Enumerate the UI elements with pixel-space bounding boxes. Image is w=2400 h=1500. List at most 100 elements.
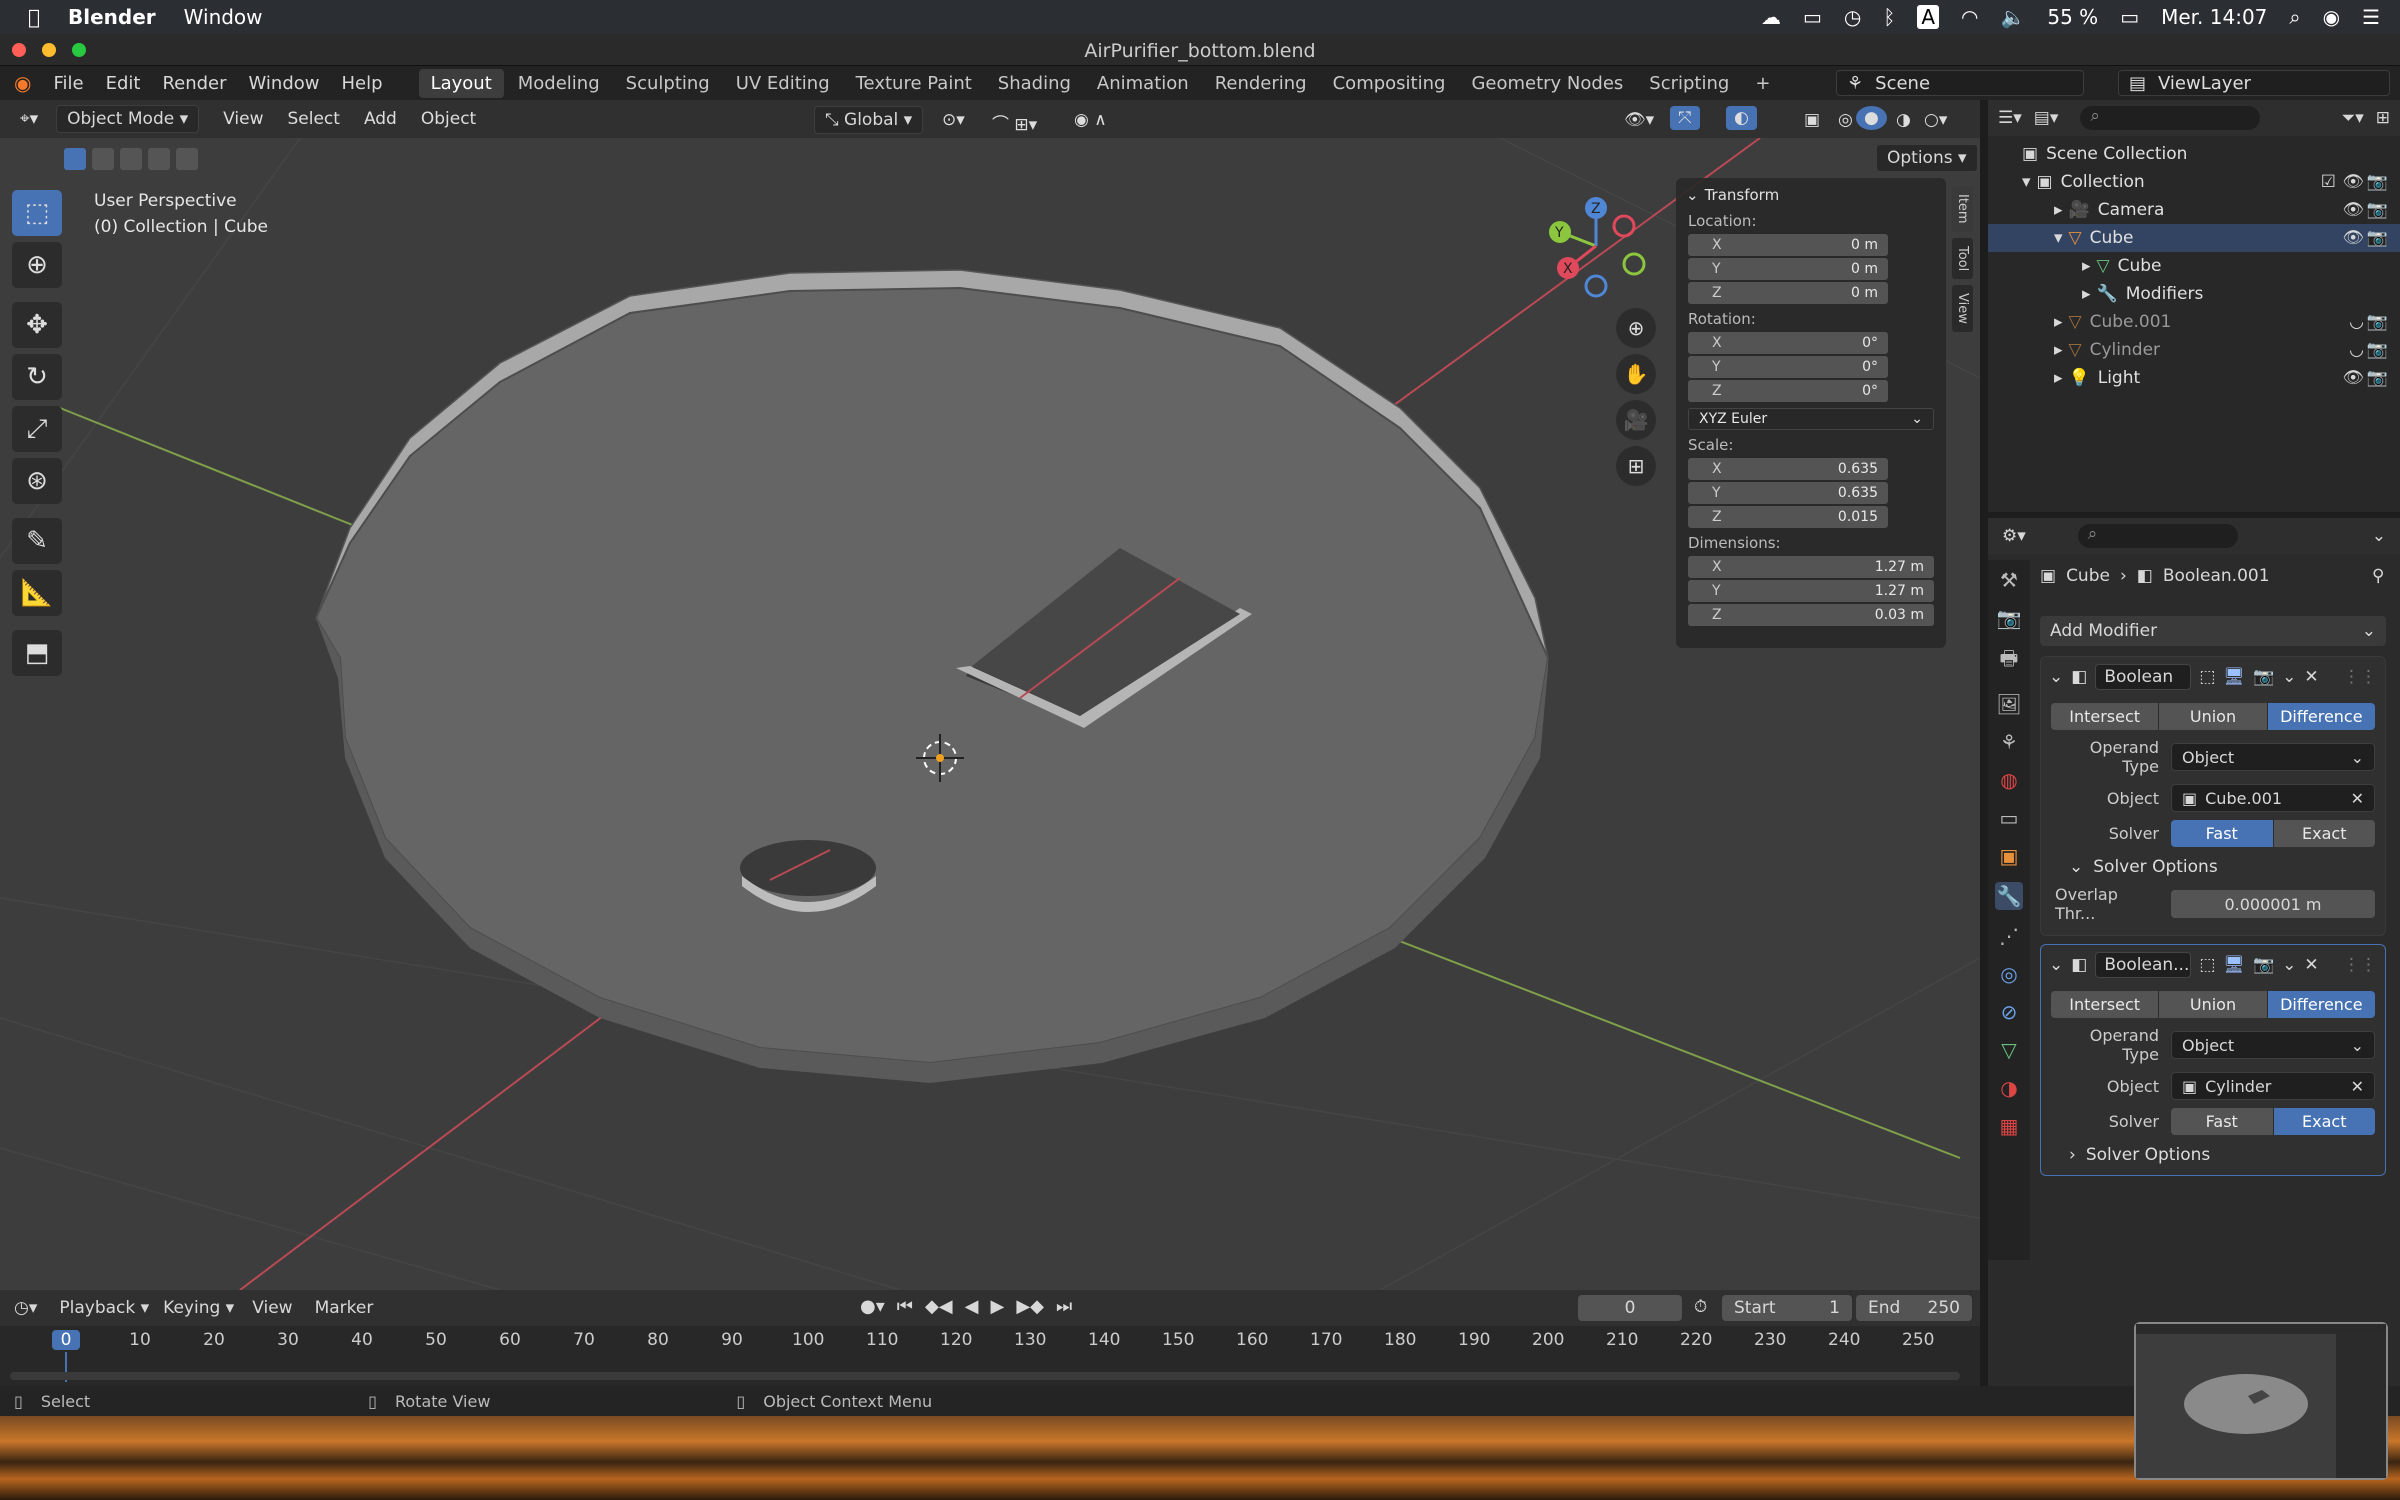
camera-render-icon[interactable]: 📷: [2367, 368, 2388, 388]
output-tab-icon[interactable]: 🖶: [2000, 644, 2019, 678]
edit-mode-icon[interactable]: ⬚: [2199, 667, 2215, 687]
next-keyframe-icon[interactable]: ▶◆: [1016, 1296, 1044, 1317]
tool-tab-icon[interactable]: ⚒: [2000, 568, 2018, 592]
new-collection-icon[interactable]: ⊞: [2376, 108, 2390, 128]
current-frame-field[interactable]: 0: [1578, 1295, 1682, 1321]
select-subtract-icon[interactable]: [120, 148, 142, 170]
object-field[interactable]: ▣ Cylinder ✕: [2171, 1072, 2375, 1100]
scale-z-field[interactable]: Z 0.015: [1688, 506, 1888, 528]
close-icon[interactable]: ✕: [2304, 955, 2318, 975]
dimensions-x-field[interactable]: X 1.27 m: [1688, 556, 1934, 578]
expand-arrow-icon[interactable]: ▸: [2054, 200, 2063, 220]
clear-icon[interactable]: ✕: [2351, 789, 2364, 808]
viewport-display-icon[interactable]: 🖥: [2223, 667, 2245, 687]
play-icon[interactable]: ▶: [990, 1296, 1004, 1317]
rotation-y-field[interactable]: Y 0°: [1688, 356, 1888, 378]
time-machine-icon[interactable]: ◷: [1844, 5, 1861, 29]
timeline[interactable]: 0 10 20 30 40 50 60 70 80 90 100 110 120 130 140 150 160…: [0, 1326, 1980, 1386]
chevron-down-icon[interactable]: ⌄: [2282, 667, 2296, 687]
view-layer-tab-icon[interactable]: 🖼: [1996, 692, 2021, 716]
eye-icon[interactable]: 👁: [2342, 200, 2364, 220]
proportional-edit-icon[interactable]: ◉ ∧: [1066, 108, 1115, 132]
timeline-scrollbar[interactable]: [10, 1372, 1960, 1380]
modifier-name-field[interactable]: Boolean: [2095, 664, 2192, 690]
jump-end-icon[interactable]: ⏭: [1056, 1296, 1072, 1317]
op-union-button[interactable]: Union: [2159, 703, 2268, 730]
location-x-field[interactable]: X 0 m: [1688, 234, 1888, 256]
op-difference-button[interactable]: Difference: [2267, 991, 2375, 1018]
scene-collection-row[interactable]: ▣ Scene Collection: [1988, 140, 2400, 168]
select-new-icon[interactable]: [64, 148, 86, 170]
location-y-field[interactable]: Y 0 m: [1688, 258, 1888, 280]
tab-modeling[interactable]: Modeling: [506, 69, 612, 98]
tab-tool[interactable]: Tool: [1952, 237, 1973, 279]
visibility-icon[interactable]: 👁▾: [1616, 108, 1662, 132]
menu-object[interactable]: Object: [413, 107, 484, 131]
move-tool-icon[interactable]: ✥: [12, 302, 62, 348]
window-menu[interactable]: Window: [184, 5, 263, 29]
particles-tab-icon[interactable]: ⋰: [1999, 924, 2019, 948]
camera-render-icon[interactable]: 📷: [2367, 312, 2388, 332]
collapse-chevron-icon[interactable]: ⌄: [2069, 857, 2083, 877]
solver-options-header[interactable]: › Solver Options: [2069, 1145, 2385, 1165]
filter-icon[interactable]: ⏷▾: [2342, 108, 2364, 128]
expand-arrow-icon[interactable]: ▸: [2082, 284, 2091, 304]
expand-arrow-icon[interactable]: ▸: [2082, 256, 2091, 276]
rotation-mode-dropdown[interactable]: XYZ Euler ⌄: [1688, 408, 1934, 430]
render-display-icon[interactable]: 📷: [2253, 955, 2274, 975]
transform-tool-icon[interactable]: ⊛: [12, 458, 62, 504]
solver-options-header[interactable]: ⌄ Solver Options: [2069, 857, 2385, 877]
texture-tab-icon[interactable]: ▦: [2000, 1114, 2019, 1138]
modifier-name-field[interactable]: Boolean...: [2095, 952, 2192, 978]
dimensions-y-field[interactable]: Y 1.27 m: [1688, 580, 1934, 602]
tab-view[interactable]: View: [1952, 284, 1973, 332]
properties-search-input[interactable]: ⌕: [2077, 524, 2238, 548]
material-tab-icon[interactable]: ◑: [2000, 1076, 2017, 1100]
cursor-tool-icon[interactable]: ⊕: [12, 242, 62, 288]
jump-start-icon[interactable]: ⏮: [897, 1296, 913, 1317]
stopwatch-icon[interactable]: ⏱: [1694, 1297, 1707, 1317]
pin-icon[interactable]: ⚲: [2372, 566, 2384, 586]
op-intersect-button[interactable]: Intersect: [2051, 703, 2160, 730]
tab-texture-paint[interactable]: Texture Paint: [844, 69, 984, 98]
outliner-search-input[interactable]: ⌕: [2080, 106, 2261, 130]
tab-geometry-nodes[interactable]: Geometry Nodes: [1459, 69, 1635, 98]
zoom-icon[interactable]: ⊕: [1616, 308, 1656, 348]
menu-file[interactable]: File: [53, 73, 83, 94]
clear-icon[interactable]: ✕: [2351, 1077, 2364, 1096]
outliner-item-modifiers[interactable]: ▸ 🔧 Modifiers: [1988, 280, 2400, 308]
select-box-icon[interactable]: ⬚: [12, 190, 62, 236]
menu-select[interactable]: Select: [279, 107, 347, 131]
camera-render-icon[interactable]: 📷: [2367, 200, 2388, 220]
eye-icon[interactable]: 👁: [2342, 172, 2364, 192]
object-field[interactable]: ▣ Cube.001 ✕: [2171, 784, 2375, 812]
collapse-chevron-icon[interactable]: ⌄: [1686, 186, 1699, 204]
expand-arrow-icon[interactable]: ▾: [2022, 172, 2031, 192]
select-invert-icon[interactable]: [148, 148, 170, 170]
menu-view[interactable]: View: [215, 107, 271, 131]
scale-y-field[interactable]: Y 0.635: [1688, 482, 1888, 504]
cloud-icon[interactable]: ☁: [1761, 5, 1781, 29]
tab-uv-editing[interactable]: UV Editing: [724, 69, 842, 98]
menu-view[interactable]: View: [252, 1298, 292, 1318]
camera-view-icon[interactable]: 🎥: [1616, 400, 1656, 440]
tab-layout[interactable]: Layout: [418, 68, 504, 98]
snap-icon[interactable]: ⌒ ⊞▾: [984, 108, 1045, 137]
menu-render[interactable]: Render: [162, 73, 226, 94]
bluetooth-icon[interactable]: ᛒ: [1883, 5, 1895, 29]
menu-window[interactable]: Window: [249, 73, 320, 94]
transform-header[interactable]: ⌄ Transform: [1686, 186, 1936, 204]
menu-marker[interactable]: Marker: [315, 1298, 374, 1318]
menu-edit[interactable]: Edit: [106, 73, 141, 94]
collapse-chevron-icon[interactable]: ⌄: [2049, 955, 2063, 975]
operand-type-dropdown[interactable]: Object ⌄: [2171, 743, 2375, 771]
menu-keying[interactable]: Keying ▾: [163, 1298, 234, 1318]
modifier-tab-icon[interactable]: 🔧: [1994, 882, 2024, 910]
drag-handle-icon[interactable]: ⋮⋮: [2343, 955, 2377, 975]
battery-icon[interactable]: ▭: [2120, 5, 2139, 29]
outliner-item-light[interactable]: ▸ 💡 Light 👁 📷: [1988, 364, 2400, 392]
op-difference-button[interactable]: Difference: [2267, 703, 2375, 730]
play-reverse-icon[interactable]: ◀: [965, 1296, 979, 1317]
outliner-item-cylinder[interactable]: ▸ ▽ Cylinder ◡ 📷: [1988, 336, 2400, 364]
collection-tab-icon[interactable]: ▭: [2000, 806, 2019, 830]
